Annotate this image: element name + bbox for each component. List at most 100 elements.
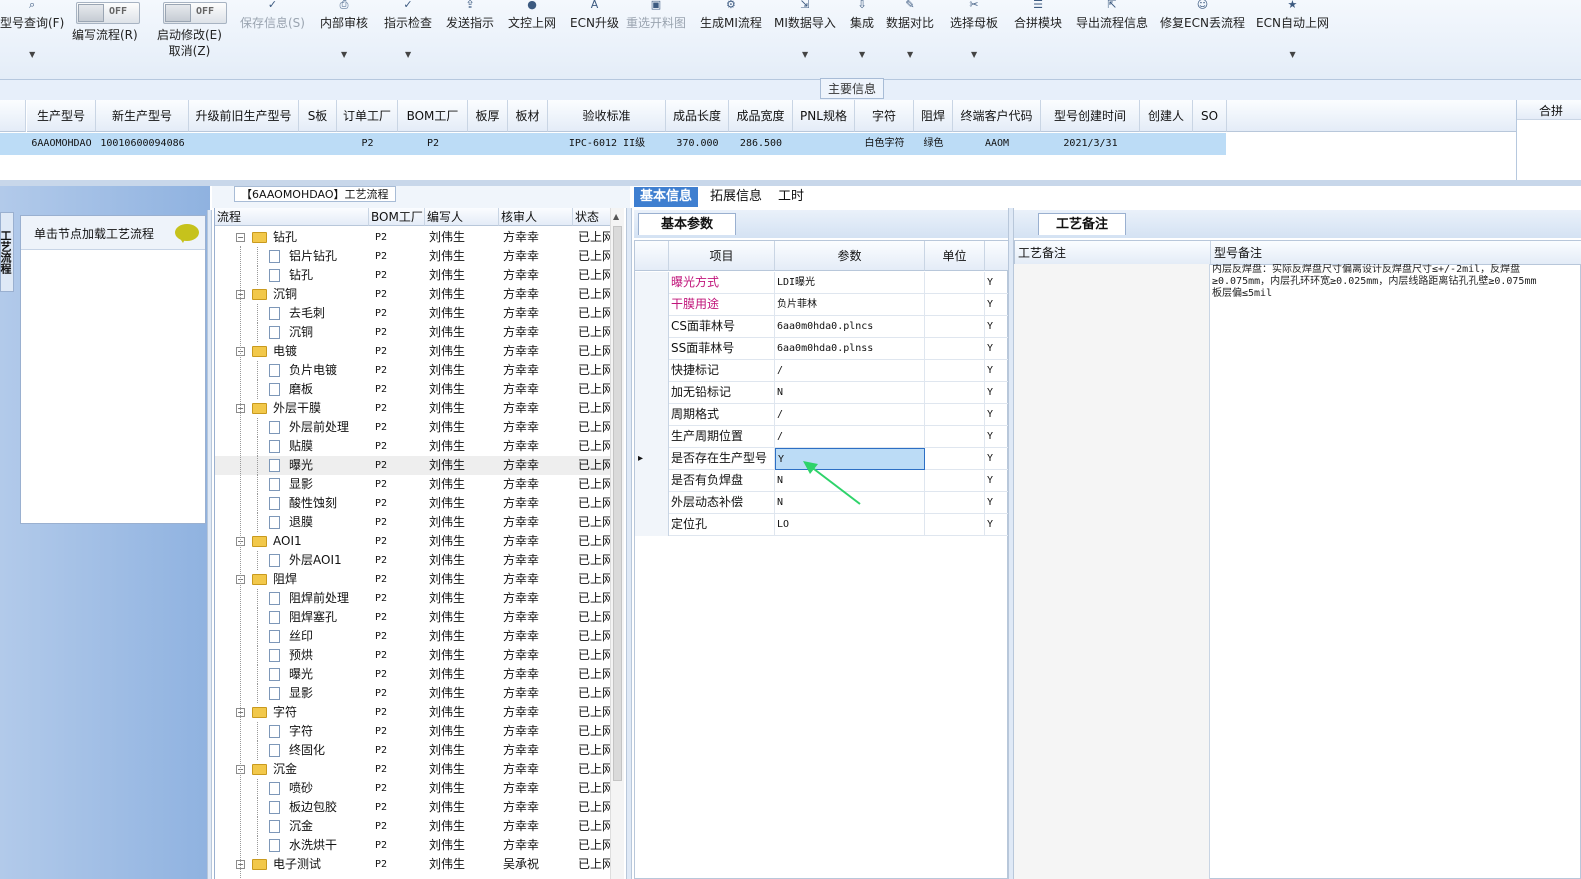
tree-col-header[interactable]: 流程 [215,208,369,226]
toolbar-item-13[interactable]: ✎ 数据对比 ▼ [886,0,934,62]
col-header[interactable]: 板材 [508,100,548,132]
row-header[interactable] [635,382,669,404]
toggle-switch[interactable]: OFF [76,2,140,24]
param-row[interactable]: 快捷标记 / Y [635,360,1009,382]
tree-row[interactable]: − 沉金 P2 刘伟生 方幸幸 已上网 [215,760,613,779]
dropdown-arrow-icon[interactable]: ▼ [1289,50,1295,59]
grid-cell[interactable]: IPC-6012 II级 [548,133,666,155]
dropdown-arrow-icon[interactable]: ▼ [405,50,411,59]
dropdown-arrow-icon[interactable]: ▼ [802,50,808,59]
param-value[interactable]: LO [775,514,925,536]
tree-row[interactable]: 沉金 P2 刘伟生 方幸幸 已上网 [215,817,613,836]
param-value[interactable]: 6aa0m0hda0.plncs [775,316,925,338]
col-header[interactable]: 新生产型号 [96,100,189,132]
tree-row[interactable]: 显影 P2 刘伟生 方幸幸 已上网 [215,684,613,703]
col-header[interactable]: 验收标准 [548,100,666,132]
tree-col-header[interactable]: 核审人 [499,208,573,226]
toolbar-item-1[interactable]: OFF 编写流程(R) [72,0,140,62]
tab-2[interactable]: 工时 [772,187,810,207]
param-row[interactable]: 周期格式 / Y [635,404,1009,426]
param-col-header[interactable]: 单位 [925,241,985,271]
toolbar-item-6[interactable]: ⇪ 发送指示 [446,0,494,62]
param-value[interactable]: / [775,404,925,426]
grid-cell[interactable] [299,133,337,155]
toolbar-item-4[interactable]: ⎙ 内部审核 ▼ [320,0,368,62]
toolbar-item-16[interactable]: ⇱ 导出流程信息 [1076,0,1148,62]
tree-row[interactable]: − 钻孔 P2 刘伟生 方幸幸 已上网 [215,228,613,247]
toolbar-item-15[interactable]: ☰ 合拼模块 [1014,0,1062,62]
col-header[interactable]: 字符 [855,100,914,132]
tree-row[interactable]: 水洗烘干 P2 刘伟生 方幸幸 已上网 [215,836,613,855]
param-row[interactable]: CS面菲林号 6aa0m0hda0.plncs Y [635,316,1009,338]
dropdown-arrow-icon[interactable]: ▼ [907,50,913,59]
toolbar-item-12[interactable]: ⇩ 集成 ▼ [850,0,874,62]
param-row[interactable]: 加无铅标记 N Y [635,382,1009,404]
toolbar-item-10[interactable]: ⚙ 生成MI流程 [700,0,762,62]
tree-row[interactable]: 去毛刺 P2 刘伟生 方幸幸 已上网 [215,304,613,323]
col-header[interactable]: 阻焊 [914,100,953,132]
row-header[interactable] [635,514,669,536]
model-note-text[interactable]: 内层反焊盘：实际反焊盘尺寸偏离设计反焊盘尺寸≤+/-2mil，反焊盘 ≥0.07… [1212,264,1581,300]
param-row[interactable]: 曝光方式 LDI曝光 Y [635,272,1009,294]
process-note-cell[interactable] [1014,264,1210,879]
toolbar-item-11[interactable]: ⇲ MI数据导入 ▼ [774,0,836,62]
col-header[interactable]: 成品宽度 [729,100,793,132]
tree-row[interactable]: − 外层干膜 P2 刘伟生 方幸幸 已上网 [215,399,613,418]
tree-row[interactable]: − 电镀 P2 刘伟生 方幸幸 已上网 [215,342,613,361]
tree-row[interactable]: 铝片钻孔 P2 刘伟生 方幸幸 已上网 [215,247,613,266]
tree-row[interactable]: 预烘 P2 刘伟生 方幸幸 已上网 [215,646,613,665]
tree-row[interactable]: − 阻焊 P2 刘伟生 方幸幸 已上网 [215,570,613,589]
tree-row[interactable]: − AOI1 P2 刘伟生 方幸幸 已上网 [215,532,613,551]
row-header[interactable] [635,426,669,448]
row-header[interactable] [635,360,669,382]
grid-cell[interactable]: 2021/3/31 [1041,133,1140,155]
tree-row[interactable]: − 电子测试 P2 刘伟生 吴承祝 已上网 [215,855,613,874]
scroll-thumb[interactable] [613,226,622,781]
col-header[interactable]: 成品长度 [666,100,729,132]
tree-row[interactable]: 曝光 P2 刘伟生 方幸幸 已上网 [215,665,613,684]
grid-cell[interactable] [793,133,855,155]
toolbar-item-18[interactable]: ★ ECN自动上网 ▼ [1256,0,1329,62]
row-header[interactable] [635,492,669,514]
toolbar-item-2[interactable]: OFF 启动修改(E) 取消(Z) [157,0,227,62]
tree-row[interactable]: 沉铜 P2 刘伟生 方幸幸 已上网 [215,323,613,342]
grid-cell[interactable]: 10010600094086 [96,133,189,155]
tree-col-header[interactable]: 编写人 [425,208,499,226]
tree-row[interactable]: 阻焊前处理 P2 刘伟生 方幸幸 已上网 [215,589,613,608]
toolbar-item-7[interactable]: ● 文控上网 [508,0,556,62]
dropdown-arrow-icon[interactable]: ▼ [29,50,35,59]
grid-cell[interactable]: 6AAOMOHDAO [27,133,96,155]
dropdown-arrow-icon[interactable]: ▼ [859,50,865,59]
dropdown-arrow-icon[interactable]: ▼ [341,50,347,59]
toolbar-item-17[interactable]: ☺ 修复ECN丢流程 [1160,0,1245,62]
grid-cell[interactable] [1193,133,1227,155]
tab-0[interactable]: 基本信息 [634,187,699,207]
toolbar-item-0[interactable]: ⌕ 型号查询(F) ▼ [0,0,64,62]
grid-cell[interactable] [468,133,508,155]
toolbar-item-3[interactable]: ✓ 保存信息(S) [240,0,305,62]
param-value[interactable]: LDI曝光 [775,272,925,294]
row-header[interactable] [635,404,669,426]
tab-basic-params[interactable]: 基本参数 [638,213,736,235]
tree-row[interactable]: 磨板 P2 刘伟生 方幸幸 已上网 [215,380,613,399]
grid-cell[interactable]: 白色字符 [855,133,914,155]
grid-cell[interactable]: 绿色 [914,133,953,155]
tree-row[interactable]: 阻焊塞孔 P2 刘伟生 方幸幸 已上网 [215,608,613,627]
tree-row[interactable]: 字符 P2 刘伟生 方幸幸 已上网 [215,722,613,741]
grid-cell[interactable] [189,133,299,155]
param-value[interactable]: / [775,360,925,382]
col-header[interactable]: 订单工厂 [337,100,398,132]
tree-row[interactable]: 外层前处理 P2 刘伟生 方幸幸 已上网 [215,418,613,437]
param-col-header[interactable]: 参数 [775,241,925,271]
col-header[interactable]: 创建人 [1140,100,1193,132]
grid-cell[interactable]: P2 [337,133,398,155]
toolbar-item-8[interactable]: A ECN升级 [570,0,619,62]
grid-cell[interactable]: 370.000 [666,133,729,155]
param-value[interactable]: N [775,382,925,404]
tree-scrollbar[interactable]: ▲ [610,208,624,879]
row-header[interactable] [635,470,669,492]
col-header[interactable]: PNL规格 [793,100,855,132]
tree-row[interactable]: 退膜 P2 刘伟生 方幸幸 已上网 [215,513,613,532]
param-row[interactable]: 生产周期位置 / Y [635,426,1009,448]
param-row[interactable]: SS面菲林号 6aa0m0hda0.plnss Y [635,338,1009,360]
